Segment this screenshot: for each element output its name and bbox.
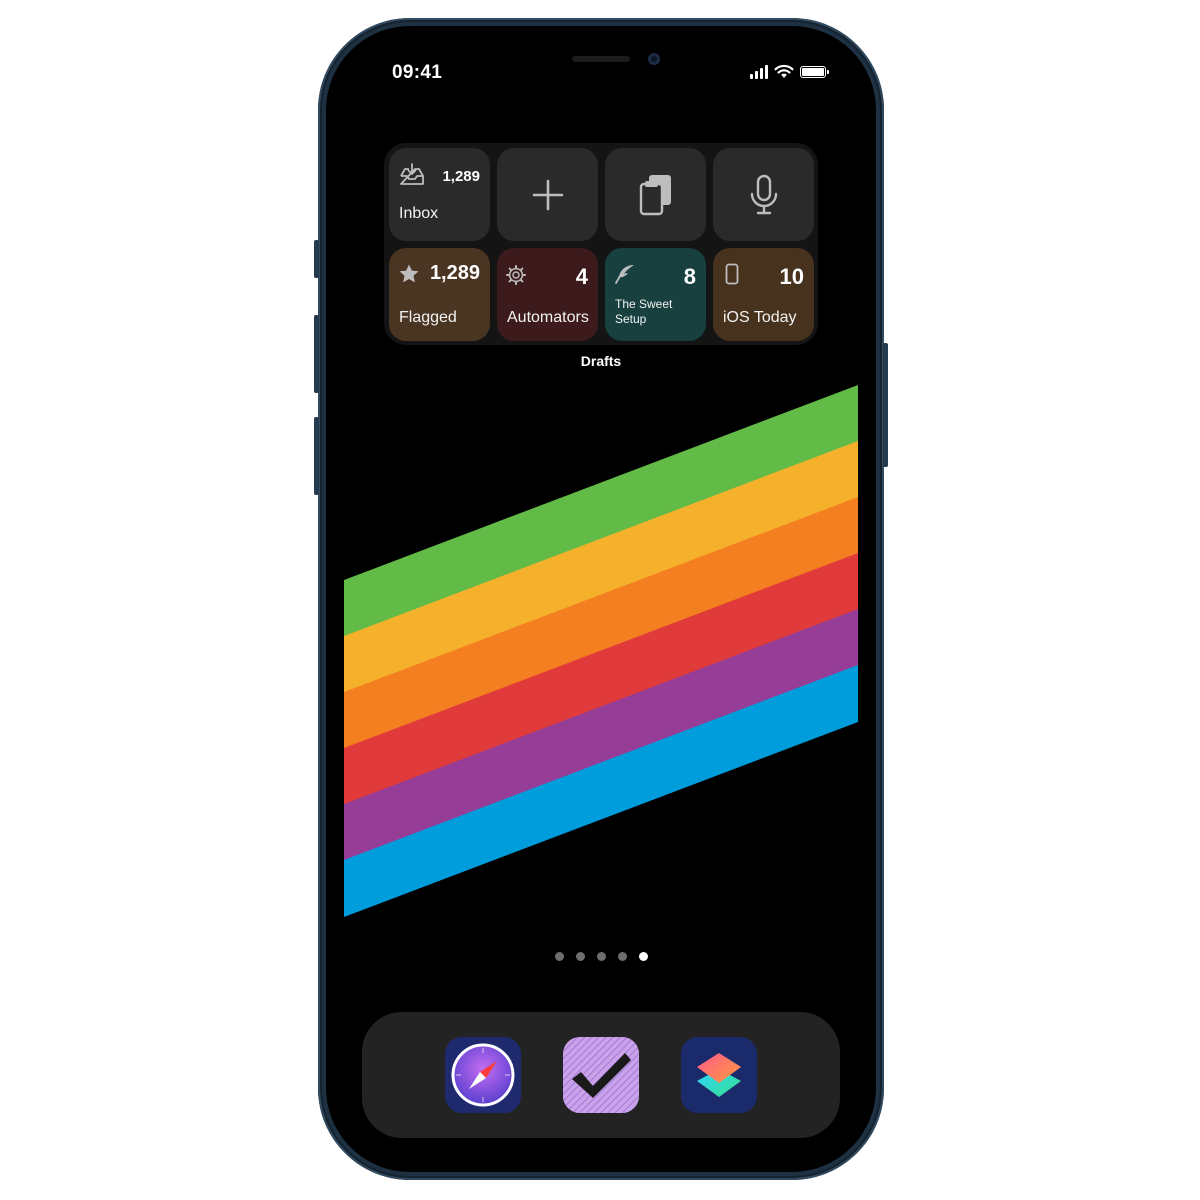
page-dot[interactable] xyxy=(596,952,606,961)
page-dot[interactable] xyxy=(575,952,585,961)
rainbow-wallpaper xyxy=(344,385,858,917)
checkmark-icon xyxy=(563,1037,639,1113)
compass-icon xyxy=(445,1037,521,1113)
silent-switch xyxy=(314,240,319,278)
page-dot[interactable] xyxy=(554,952,564,961)
home-screen: 09:41 1,289 Inbox 1,289 Flagged 4 Automa… xyxy=(326,26,876,1172)
power-button xyxy=(883,343,888,467)
dock xyxy=(362,1012,840,1138)
volume-down-button xyxy=(314,417,319,495)
volume-up-button xyxy=(314,315,319,393)
shortcuts-layers-icon xyxy=(681,1037,757,1113)
page-dot[interactable] xyxy=(617,952,627,961)
page-dot-active[interactable] xyxy=(638,952,648,961)
page-indicator[interactable] xyxy=(326,952,876,961)
omnifocus-app-icon[interactable] xyxy=(563,1037,639,1113)
safari-app-icon[interactable] xyxy=(445,1037,521,1113)
shortcuts-app-icon[interactable] xyxy=(681,1037,757,1113)
